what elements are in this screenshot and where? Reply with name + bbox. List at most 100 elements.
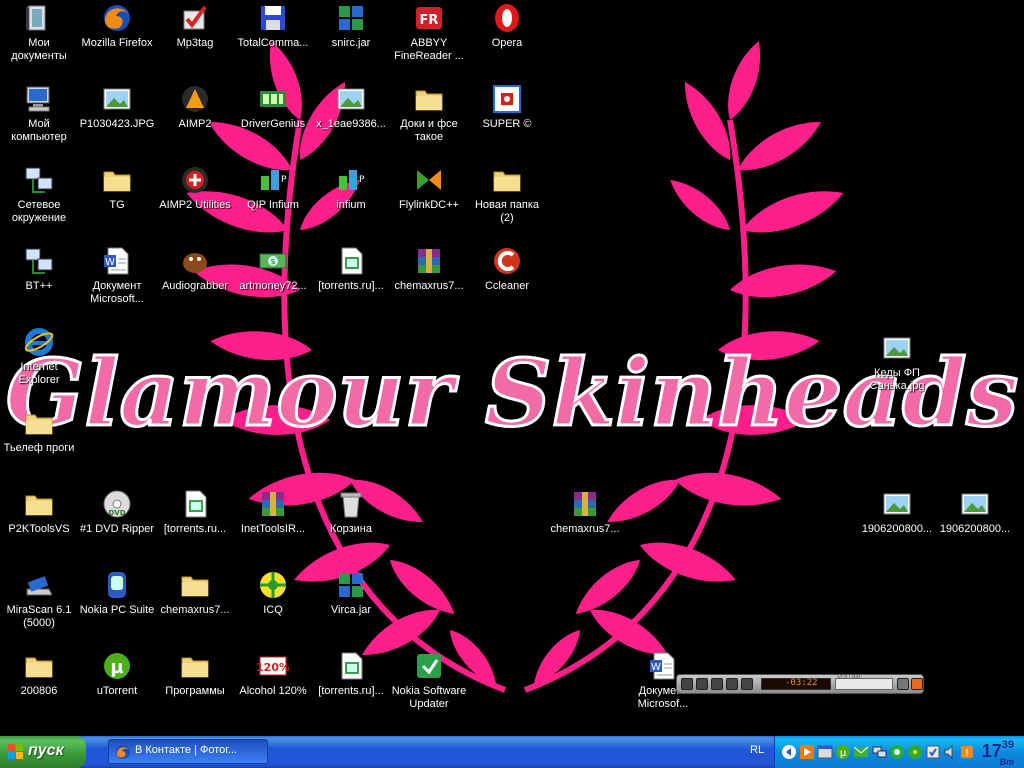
desktop-icon[interactable]: x_1eae9386... xyxy=(312,81,390,157)
desktop-icon-label: TotalComma... xyxy=(234,37,312,50)
desktop-icon[interactable]: Audiograbber xyxy=(156,243,234,319)
svg-text:DVD: DVD xyxy=(108,509,125,517)
desktop-icon[interactable]: Nokia PC Suite xyxy=(78,567,156,643)
desktop-icon[interactable]: Мой компьютер xyxy=(0,81,78,157)
desktop-icon[interactable]: [torrents.ru... xyxy=(156,486,234,562)
desktop-icon[interactable]: DVD #1 DVD Ripper xyxy=(78,486,156,562)
desktop-icon[interactable]: Mozilla Firefox xyxy=(78,0,156,76)
desktop-icon[interactable]: P QIP Infium xyxy=(234,162,312,238)
desktop-icon[interactable]: Доки и фсе такое xyxy=(390,81,468,157)
task-button-vkontakte[interactable]: В Контакте | Фотог... xyxy=(108,739,268,764)
clock-minutes: 39 xyxy=(1001,739,1014,751)
desktop-icon[interactable]: $ artmoney72... xyxy=(234,243,312,319)
desktop-icon-label-line1: MiraScan 6.1 xyxy=(6,604,72,616)
utorrent-tray-icon[interactable]: µ xyxy=(835,744,851,760)
qip-tray-icon[interactable] xyxy=(889,744,905,760)
desktop-icon[interactable]: chemaxrus7... xyxy=(390,243,468,319)
clock[interactable]: 1739 Вт xyxy=(982,739,1014,767)
svg-text:µ: µ xyxy=(840,748,847,759)
desktop-icon[interactable]: Программы xyxy=(156,648,234,724)
desktop-icon[interactable]: Virca.jar xyxy=(312,567,390,643)
desktop-icon[interactable]: AIMP2 Utilities xyxy=(156,162,234,238)
aimp-tray-icon[interactable] xyxy=(799,744,815,760)
desktop-icon[interactable]: Opera xyxy=(468,0,546,76)
stop-button[interactable] xyxy=(711,678,723,690)
security-tray-icon[interactable] xyxy=(925,744,941,760)
player-close-button[interactable] xyxy=(911,678,923,690)
word-doc-icon: W xyxy=(101,245,133,277)
mail-tray-icon[interactable] xyxy=(853,744,869,760)
desktop-icon[interactable]: 200806 xyxy=(0,648,78,724)
info-tray-icon[interactable]: ! xyxy=(959,744,975,760)
desktop-icon-label: QIP Infium xyxy=(234,199,312,212)
media-player-bar[interactable]: -03:22 VOLUME xyxy=(676,674,924,694)
desktop-icon[interactable]: InetToolsIR... xyxy=(234,486,312,562)
prev-button[interactable] xyxy=(726,678,738,690)
desktop-icon[interactable]: Сетевое окружение xyxy=(0,162,78,238)
desktop-icon[interactable]: chemaxrus7... xyxy=(546,486,624,562)
next-button[interactable] xyxy=(741,678,753,690)
desktop-icon[interactable]: FR ABBYY FineReader ... xyxy=(390,0,468,76)
desktop-icon[interactable]: TG xyxy=(78,162,156,238)
pause-button[interactable] xyxy=(696,678,708,690)
desktop-icon[interactable]: Pinfium xyxy=(312,162,390,238)
desktop-icon[interactable]: DriverGenius xyxy=(234,81,312,157)
desktop-icon-label: ICQ xyxy=(234,604,312,617)
window-tray-icon[interactable] xyxy=(817,744,833,760)
desktop-icon[interactable]: BT++ xyxy=(0,243,78,319)
desktop-icon-label: AIMP2 Utilities xyxy=(156,199,234,212)
svg-text:P: P xyxy=(359,175,365,185)
desktop-icon[interactable]: [torrents.ru]... xyxy=(312,648,390,724)
desktop-icon[interactable]: Mp3tag xyxy=(156,0,234,76)
desktop-icon[interactable]: snirc.jar xyxy=(312,0,390,76)
desktop-icon[interactable]: P2KToolsVS xyxy=(0,486,78,562)
desktop-icon[interactable]: Корзина xyxy=(312,486,390,562)
speaker-tray-icon[interactable] xyxy=(943,744,959,760)
network-tray-icon[interactable] xyxy=(871,744,887,760)
super-icon xyxy=(491,83,523,115)
desktop-icon[interactable]: Новая папка (2) xyxy=(468,162,546,238)
desktop-icon-label: infium xyxy=(312,199,390,212)
svg-text:120%: 120% xyxy=(257,661,289,674)
folder-icon xyxy=(101,164,133,196)
folder-icon xyxy=(23,650,55,682)
desktop-icon[interactable]: 1906200800... xyxy=(858,486,936,562)
desktop-icon[interactable]: TotalComma... xyxy=(234,0,312,76)
desktop-icon[interactable]: Ccleaner xyxy=(468,243,546,319)
language-indicator[interactable]: RL xyxy=(750,744,764,756)
desktop-icon[interactable]: Мои документы xyxy=(0,0,78,76)
audiograbber-icon xyxy=(179,245,211,277)
desktop-icon[interactable]: P1030423.JPG xyxy=(78,81,156,157)
desktop-icon[interactable]: Nokia Software Updater xyxy=(390,648,468,724)
desktop-icon[interactable]: µ uTorrent xyxy=(78,648,156,724)
start-button[interactable]: пуск xyxy=(0,736,86,768)
desktop-icon[interactable]: Internet Explorer xyxy=(0,324,78,400)
desktop-icon[interactable]: Тьелеф проги xyxy=(0,405,78,481)
desktop-icon[interactable]: ICQ xyxy=(234,567,312,643)
desktop-icon-label: P1030423.JPG xyxy=(78,118,156,131)
icq-tray-icon[interactable] xyxy=(907,744,923,760)
desktop-icon[interactable]: W Документ Microsoft... xyxy=(78,243,156,319)
desktop-icon[interactable]: [torrents.ru]... xyxy=(312,243,390,319)
desktop-icon[interactable]: Кеды ФП Санька.jpg xyxy=(858,330,936,406)
desktop-icon-label-line1: snirc.jar xyxy=(331,37,371,49)
desktop-icon[interactable]: AIMP2 xyxy=(156,81,234,157)
icq-icon xyxy=(257,569,289,601)
desktop-icon-label-line1: Nokia Software xyxy=(391,685,467,697)
desktop-icon[interactable]: chemaxrus7... xyxy=(156,567,234,643)
play-button[interactable] xyxy=(681,678,693,690)
player-menu-button[interactable] xyxy=(897,678,909,690)
aimp-icon xyxy=(179,83,211,115)
desktop-icon-label: snirc.jar xyxy=(312,37,390,50)
alcohol-icon: 120% xyxy=(256,650,290,682)
desktop-icon[interactable]: SUPER © xyxy=(468,81,546,157)
desktop-icon-label-line1: 200806 xyxy=(20,685,58,697)
system-tray: µ ! 1739 Вт xyxy=(774,736,1024,768)
desktop-icon[interactable]: MiraScan 6.1 (5000) xyxy=(0,567,78,643)
desktop-icon[interactable]: FlylinkDC++ xyxy=(390,162,468,238)
desktop-icon-label: Ccleaner xyxy=(468,280,546,293)
back-arrow-icon[interactable] xyxy=(781,744,797,760)
desktop-icon[interactable]: 120% Alcohol 120% xyxy=(234,648,312,724)
desktop-icon[interactable]: 1906200800... xyxy=(936,486,1014,562)
desktop-icon-label: Документ Microsoft... xyxy=(78,280,156,306)
